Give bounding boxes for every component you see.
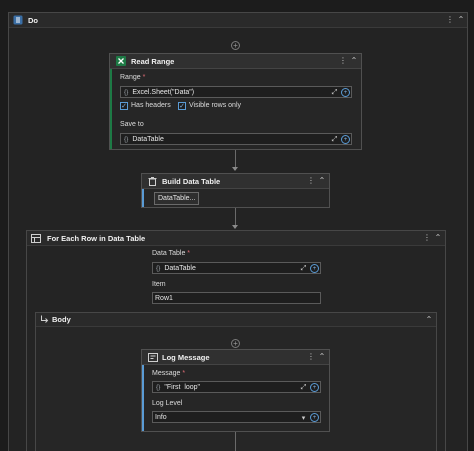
expand-expression-icon[interactable]: ⤢ — [299, 264, 308, 273]
build-data-table-header[interactable]: Build Data Table ⋮ ⌃ — [142, 174, 329, 189]
data-table-editor-button[interactable]: DataTable... — [154, 192, 200, 205]
range-value: Excel.Sheet("Data") — [132, 88, 195, 96]
connector-arrow — [232, 167, 238, 171]
save-to-input[interactable]: {} DataTable ⤢ + — [120, 133, 352, 145]
add-activity-button[interactable]: + — [231, 41, 240, 50]
build-data-table-card[interactable]: Build Data Table ⋮ ⌃ DataTable... — [141, 173, 330, 208]
more-options-button[interactable]: ⋮ — [306, 352, 316, 362]
plus-icon[interactable]: + — [310, 383, 319, 392]
for-each-icon — [31, 234, 41, 243]
for-each-header[interactable]: For Each Row in Data Table ⋮ ⌃ — [27, 231, 445, 246]
expand-expression-icon[interactable]: ⤢ — [330, 88, 339, 97]
item-label: Item — [152, 281, 166, 288]
visible-rows-label: Visible rows only — [189, 102, 242, 109]
expression-icon: {} — [124, 88, 129, 96]
save-to-value: DataTable — [132, 135, 164, 143]
connector-line — [235, 208, 236, 226]
for-each-title: For Each Row in Data Table — [47, 233, 146, 243]
range-label: Range * — [120, 74, 146, 81]
excel-icon — [116, 56, 126, 66]
item-value: Row1 — [155, 294, 173, 302]
has-headers-checkbox[interactable]: ✓ — [120, 102, 128, 110]
plus-icon[interactable]: + — [310, 264, 319, 273]
log-level-select[interactable]: Info ▾ + — [152, 411, 321, 423]
log-level-value: Info — [155, 413, 167, 421]
message-label: Message * — [152, 370, 186, 377]
collapse-button[interactable]: ⌃ — [317, 352, 327, 362]
collapse-button[interactable]: ⌃ — [433, 233, 443, 243]
body-arrow-icon — [40, 315, 49, 324]
expression-icon: {} — [156, 264, 161, 272]
has-headers-label: Has headers — [131, 102, 171, 109]
build-data-table-title: Build Data Table — [162, 176, 221, 186]
chevron-down-icon[interactable]: ▾ — [299, 413, 308, 422]
more-options-button[interactable]: ⋮ — [445, 15, 455, 25]
log-level-label: Log Level — [152, 400, 183, 407]
add-activity-button[interactable]: + — [231, 339, 240, 348]
data-table-label: Data Table * — [152, 250, 191, 257]
log-message-title: Log Message — [162, 352, 210, 362]
item-input[interactable]: Row1 — [152, 292, 321, 304]
range-input[interactable]: {} Excel.Sheet("Data") ⤢ + — [120, 86, 352, 98]
connector-arrow — [232, 225, 238, 229]
data-table-input[interactable]: {} DataTable ⤢ + — [152, 262, 321, 274]
body-title: Body — [52, 315, 71, 324]
read-range-title: Read Range — [131, 56, 175, 66]
more-options-button[interactable]: ⋮ — [338, 56, 348, 66]
expand-expression-icon[interactable]: ⤢ — [330, 135, 339, 144]
log-message-card[interactable]: Log Message ⋮ ⌃ Message * {} "First loop… — [141, 349, 330, 432]
more-options-button[interactable]: ⋮ — [306, 176, 316, 186]
log-message-header[interactable]: Log Message ⋮ ⌃ — [142, 350, 329, 365]
read-range-header[interactable]: Read Range ⋮ ⌃ — [110, 54, 361, 69]
collapse-button[interactable]: ⌃ — [424, 315, 434, 325]
connector-line — [235, 432, 236, 451]
expand-expression-icon[interactable]: ⤢ — [299, 383, 308, 392]
do-title: Do — [28, 15, 38, 25]
sequence-icon — [13, 15, 23, 25]
data-table-value: DataTable — [164, 264, 196, 272]
body-header[interactable]: Body ⌃ — [36, 313, 436, 327]
plus-icon[interactable]: + — [310, 413, 319, 422]
more-options-button[interactable]: ⋮ — [422, 233, 432, 243]
visible-rows-checkbox[interactable]: ✓ — [178, 102, 186, 110]
expression-icon: {} — [156, 383, 161, 391]
do-header[interactable]: Do ⋮ ⌃ — [9, 13, 467, 28]
collapse-button[interactable]: ⌃ — [349, 56, 359, 66]
save-to-label: Save to — [120, 121, 144, 128]
expression-icon: {} — [124, 135, 129, 143]
collapse-button[interactable]: ⌃ — [317, 176, 327, 186]
plus-icon[interactable]: + — [341, 135, 350, 144]
read-range-card[interactable]: Read Range ⋮ ⌃ Range * {} Excel.Sheet("D… — [109, 53, 362, 150]
log-message-icon — [148, 353, 158, 362]
message-value: "First loop" — [164, 383, 201, 391]
collapse-button[interactable]: ⌃ — [456, 15, 466, 25]
trash-icon — [148, 177, 157, 186]
message-input[interactable]: {} "First loop" ⤢ + — [152, 381, 321, 393]
connector-line — [235, 150, 236, 168]
plus-icon[interactable]: + — [341, 88, 350, 97]
